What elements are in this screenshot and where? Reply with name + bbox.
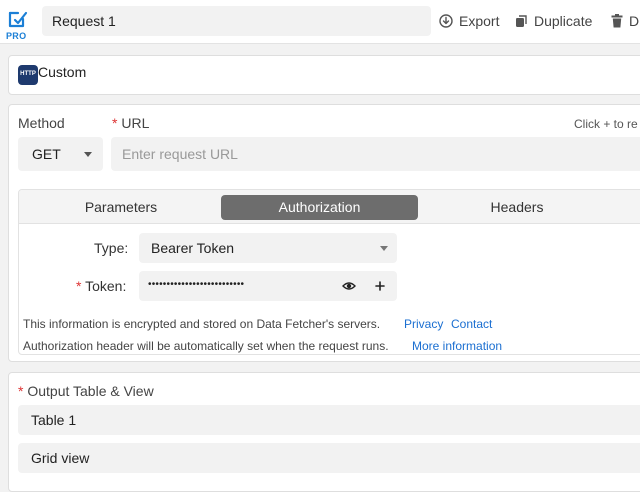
download-circle-icon <box>439 14 453 28</box>
auth-header-note: Authorization header will be automatical… <box>23 339 389 353</box>
encryption-note: This information is encrypted and stored… <box>23 317 381 331</box>
delete-label: D <box>629 13 640 29</box>
tab-headers[interactable]: Headers <box>418 195 616 220</box>
tab-parameters[interactable]: Parameters <box>21 195 221 220</box>
method-label: Method <box>18 115 65 131</box>
output-view-select[interactable]: Grid view <box>18 443 640 473</box>
method-select[interactable]: GET <box>18 137 103 171</box>
export-label: Export <box>459 13 500 29</box>
source-panel: HTTP Custom <box>8 55 640 95</box>
token-label-wrap: * Token: <box>76 278 126 294</box>
method-value: GET <box>32 146 61 162</box>
output-table-select[interactable]: Table 1 <box>18 405 640 435</box>
required-asterisk: * <box>18 383 24 399</box>
edit-square-icon <box>8 11 28 28</box>
eye-icon[interactable] <box>342 281 356 291</box>
token-field[interactable]: •••••••••••••••••••••••••• <box>139 271 397 301</box>
required-asterisk: * <box>76 278 82 294</box>
token-label: Token: <box>85 278 127 294</box>
http-icon: HTTP <box>18 65 38 85</box>
chevron-down-icon <box>84 152 92 157</box>
auth-type-select[interactable]: Bearer Token <box>139 233 397 263</box>
token-mask: •••••••••••••••••••••••••• <box>148 279 245 290</box>
url-label: URL <box>121 115 150 131</box>
more-information-link[interactable]: More information <box>412 339 502 353</box>
output-label: Output Table & View <box>27 383 154 399</box>
plus-icon[interactable] <box>375 281 385 291</box>
copy-icon <box>516 14 527 27</box>
request-tabs: Parameters Authorization Headers <box>19 190 640 224</box>
output-label-wrap: * Output Table & View <box>18 383 154 399</box>
trash-icon <box>611 14 623 28</box>
duplicate-label: Duplicate <box>534 13 593 29</box>
duplicate-button[interactable]: Duplicate <box>515 12 592 30</box>
type-label: Type: <box>94 240 129 256</box>
required-asterisk: * <box>112 115 118 131</box>
auth-type-value: Bearer Token <box>151 240 235 256</box>
request-name-input[interactable] <box>42 6 431 36</box>
contact-link[interactable]: Contact <box>451 317 492 331</box>
http-icon-text: HTTP <box>20 71 36 77</box>
export-button[interactable]: Export <box>439 12 499 30</box>
url-label-wrap: * URL <box>112 115 149 131</box>
output-panel: * Output Table & View Table 1 Grid view <box>8 372 640 492</box>
privacy-link[interactable]: Privacy <box>404 317 443 331</box>
chevron-down-icon <box>380 246 388 251</box>
pro-badge: PRO <box>6 31 27 41</box>
request-panel: Method * URL Click + to re GET Parameter… <box>8 104 640 362</box>
auth-subpanel: Parameters Authorization Headers Type: B… <box>18 189 640 355</box>
app-logo: PRO <box>6 8 28 42</box>
source-title: Custom <box>38 64 87 80</box>
top-bar: PRO Export Duplicate D <box>0 0 640 44</box>
url-input[interactable] <box>111 137 640 171</box>
add-hint-text: Click + to re <box>574 117 638 131</box>
tab-authorization[interactable]: Authorization <box>221 195 418 220</box>
delete-button[interactable]: D <box>611 12 639 30</box>
